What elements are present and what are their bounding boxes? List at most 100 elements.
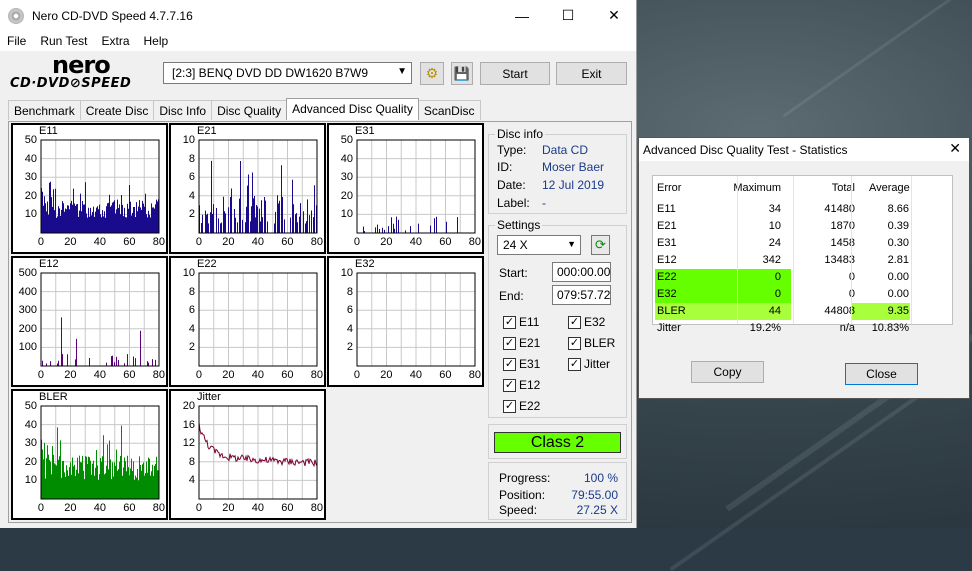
y-tick-label: 10 xyxy=(340,267,353,279)
y-tick-label: 30 xyxy=(24,437,37,450)
dialog-close-icon[interactable]: ✕ xyxy=(949,140,961,157)
type-value: Data CD xyxy=(542,143,589,157)
tab-disc-quality[interactable]: Disc Quality xyxy=(211,100,288,120)
graph-e32: E32 10 8 6 4 2 0 20 40 60 80 xyxy=(327,256,484,387)
table-cell: 41480 xyxy=(824,203,855,215)
tab-advanced-disc-quality[interactable]: Advanced Disc Quality xyxy=(286,98,419,120)
table-cell: 0.39 xyxy=(887,220,909,232)
table-cell: 19.2% xyxy=(749,322,781,334)
exit-button[interactable]: Exit xyxy=(556,62,627,85)
column-header: Total xyxy=(831,182,855,194)
table-cell: 0 xyxy=(815,288,855,300)
table-cell: 0 xyxy=(774,271,781,283)
y-tick-label: 30 xyxy=(340,171,353,184)
speed-select[interactable]: 24 X ▼ xyxy=(497,235,581,255)
x-tick-label: 80 xyxy=(152,369,166,381)
table-cell: 10.83% xyxy=(871,322,909,334)
check-jitter[interactable]: ✓ Jitter xyxy=(568,357,610,371)
x-tick-label: 0 xyxy=(37,236,45,248)
table-cell: n/a xyxy=(839,322,855,334)
tab-create-disc[interactable]: Create Disc xyxy=(79,100,155,120)
y-tick-label: 400 xyxy=(18,285,37,298)
tab-scandisc[interactable]: ScanDisc xyxy=(417,100,481,120)
statistics-title: Advanced Disc Quality Test - Statistics xyxy=(643,142,848,157)
menu-help[interactable]: Help xyxy=(137,34,176,48)
check-e21[interactable]: ✓ E21 xyxy=(503,336,540,350)
check-e11[interactable]: ✓ E11 xyxy=(503,315,539,329)
table-row: E12 342 13483 2.81 xyxy=(653,252,953,269)
title-bar: Nero CD-DVD Speed 4.7.7.16 — ☐ ✕ xyxy=(0,0,636,31)
x-tick-label: 0 xyxy=(353,369,361,381)
statistics-table: Error Maximum Total Average E11 34 41480 8.66 E2… xyxy=(652,175,953,334)
x-tick-label: 60 xyxy=(281,369,294,381)
eject-settings-button[interactable]: ⚙ xyxy=(420,62,444,85)
graph-title: Jitter xyxy=(197,391,221,403)
y-tick-label: 10 xyxy=(340,208,353,221)
check-bler[interactable]: ✓ BLER xyxy=(568,336,615,350)
x-tick-label: 80 xyxy=(310,502,324,514)
refresh-speed-button[interactable]: ⟳ xyxy=(591,235,610,255)
graph-title: E11 xyxy=(39,125,58,137)
tab-strip: Benchmark Create Disc Disc Info Disc Qua… xyxy=(8,98,481,121)
menu-run-test[interactable]: Run Test xyxy=(33,34,94,48)
graph-jitter: Jitter 20 16 12 8 4 0 20 40 60 80 xyxy=(169,389,326,520)
table-cell: 1870 xyxy=(830,220,855,232)
start-time-input[interactable]: 000:00.00 xyxy=(552,262,611,282)
tab-benchmark[interactable]: Benchmark xyxy=(8,100,81,120)
table-row: E11 34 41480 8.66 xyxy=(653,201,953,218)
y-tick-label: 50 xyxy=(24,134,37,146)
minimize-button[interactable]: — xyxy=(499,0,545,31)
position-value: 79:55.00 xyxy=(571,488,618,502)
x-tick-label: 60 xyxy=(123,236,136,248)
x-tick-label: 0 xyxy=(37,502,45,514)
y-tick-label: 8 xyxy=(188,152,195,165)
close-button[interactable]: ✕ xyxy=(591,0,637,31)
table-row: BLER 44 44808 9.35 xyxy=(653,303,953,320)
copy-button[interactable]: Copy xyxy=(691,361,764,383)
x-tick-label: 0 xyxy=(195,502,203,514)
y-tick-label: 4 xyxy=(346,322,353,335)
chevron-down-icon: ▼ xyxy=(567,239,576,249)
table-cell: E22 xyxy=(657,271,677,283)
table-cell: 0.00 xyxy=(887,271,909,283)
table-cell: Jitter xyxy=(657,322,681,334)
check-e31[interactable]: ✓ E31 xyxy=(503,357,540,371)
start-button[interactable]: Start xyxy=(480,62,550,85)
drive-select[interactable]: [2:3] BENQ DVD DD DW1620 B7W9 ▼ xyxy=(163,62,412,84)
close-dialog-button[interactable]: Close xyxy=(845,363,918,385)
table-row: E32 0 0 0.00 xyxy=(653,286,953,303)
check-e12[interactable]: ✓ E12 xyxy=(503,378,540,392)
table-cell: 44 xyxy=(768,305,781,317)
y-tick-label: 6 xyxy=(188,171,195,184)
x-tick-label: 80 xyxy=(152,236,166,248)
nero-logo: nero CD·DVD⊘SPEED xyxy=(10,51,132,91)
main-window: Nero CD-DVD Speed 4.7.7.16 — ☐ ✕ File Ru… xyxy=(0,0,637,528)
y-tick-label: 10 xyxy=(24,208,37,221)
check-e22[interactable]: ✓ E22 xyxy=(503,399,540,413)
table-row: E22 0 0 0.00 xyxy=(653,269,953,286)
progress-value: 100 % xyxy=(583,471,618,485)
x-tick-label: 40 xyxy=(251,369,265,381)
column-header: Maximum xyxy=(733,182,781,194)
statistics-dialog: Advanced Disc Quality Test - Statistics … xyxy=(638,137,970,399)
y-tick-label: 100 xyxy=(18,341,37,354)
x-tick-label: 60 xyxy=(281,502,294,514)
save-button[interactable]: 💾 xyxy=(451,62,473,85)
y-tick-label: 40 xyxy=(340,152,353,165)
x-tick-label: 60 xyxy=(439,369,452,381)
y-tick-label: 20 xyxy=(24,455,37,468)
graph-title: E32 xyxy=(355,258,375,270)
check-e32[interactable]: ✓ E32 xyxy=(568,315,605,329)
start-label: Start: xyxy=(499,266,528,280)
table-cell: 0 xyxy=(815,271,855,283)
x-tick-label: 60 xyxy=(123,369,136,381)
x-tick-label: 0 xyxy=(195,236,203,248)
menu-file[interactable]: File xyxy=(0,34,33,48)
y-tick-label: 10 xyxy=(24,474,37,487)
y-tick-label: 20 xyxy=(340,189,353,202)
menu-extra[interactable]: Extra xyxy=(94,34,136,48)
end-time-input[interactable]: 079:57.72 xyxy=(552,285,611,305)
maximize-button[interactable]: ☐ xyxy=(545,0,591,31)
settings-title: Settings xyxy=(495,218,543,232)
tab-disc-info[interactable]: Disc Info xyxy=(153,100,213,120)
